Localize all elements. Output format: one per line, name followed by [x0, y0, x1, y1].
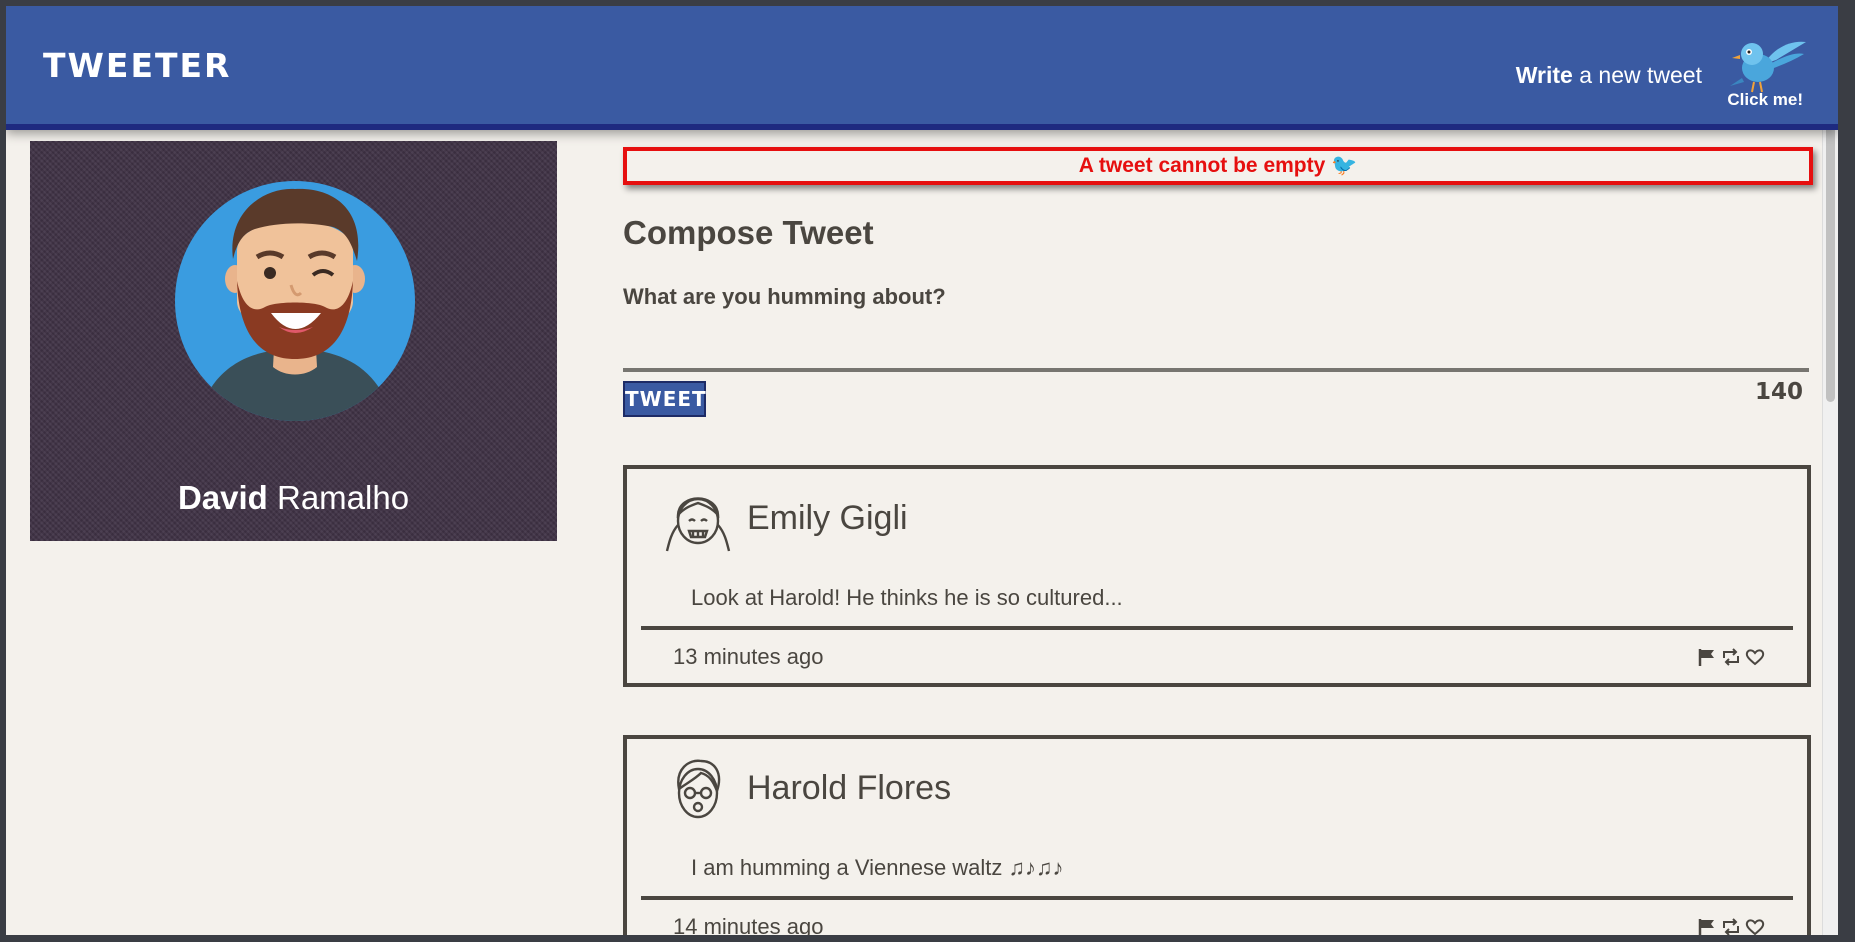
tweet-divider [641, 626, 1793, 630]
tweet-submit-button[interactable]: TWEET [623, 381, 706, 417]
profile-first-name: David [177, 479, 268, 516]
tweet-text: Look at Harold! He thinks he is so cultu… [691, 585, 1123, 610]
write-bold-text: Write [1515, 62, 1573, 88]
click-me-label[interactable]: Click me! [1727, 90, 1803, 110]
tweet-card: Emily Gigli Look at Harold! He thinks he… [623, 465, 1811, 687]
tweet-card: Harold Flores I am humming a Viennese wa… [623, 735, 1811, 935]
profile-last-name: Ramalho [276, 479, 410, 516]
profile-card: David Ramalho [30, 141, 557, 541]
tweet-text-input[interactable] [623, 284, 1809, 372]
character-counter: 140 [1754, 379, 1803, 405]
tweet-timestamp: 14 minutes ago [673, 914, 824, 935]
vertical-scrollbar[interactable] [1822, 6, 1838, 935]
heart-icon[interactable] [1745, 647, 1765, 667]
flag-icon[interactable] [1697, 917, 1717, 935]
write-rest-text: a new tweet [1572, 62, 1702, 88]
tweet-avatar-icon [677, 759, 721, 819]
retweet-icon[interactable] [1721, 647, 1741, 667]
tweet-author-name: Harold Flores [747, 769, 952, 807]
tweet-actions [1697, 647, 1765, 667]
tweet-divider [641, 896, 1793, 900]
brand-logo[interactable]: TWEETER [43, 46, 231, 85]
flag-icon[interactable] [1697, 647, 1717, 667]
tweet-author-name: Emily Gigli [747, 499, 908, 537]
bird-icon[interactable] [1724, 34, 1808, 94]
error-banner: A tweet cannot be empty 🐦 [623, 147, 1813, 185]
user-avatar [175, 181, 415, 421]
tweet-timestamp: 13 minutes ago [673, 644, 824, 669]
browser-viewport: TWEETER Write a new tweet Click me! Davi… [6, 6, 1838, 935]
top-navbar: TWEETER Write a new tweet Click me! [6, 6, 1838, 124]
retweet-icon[interactable] [1721, 917, 1741, 935]
heart-icon[interactable] [1745, 917, 1765, 935]
write-new-tweet-link[interactable]: Write a new tweet [1516, 62, 1702, 89]
profile-name: David Ramalho [30, 479, 557, 517]
compose-title: Compose Tweet [623, 214, 874, 251]
tweet-text: I am humming a Viennese waltz ♫♪♫♪ [691, 855, 1064, 880]
tweet-actions [1697, 917, 1765, 935]
tweet-avatar-icon [665, 497, 731, 552]
